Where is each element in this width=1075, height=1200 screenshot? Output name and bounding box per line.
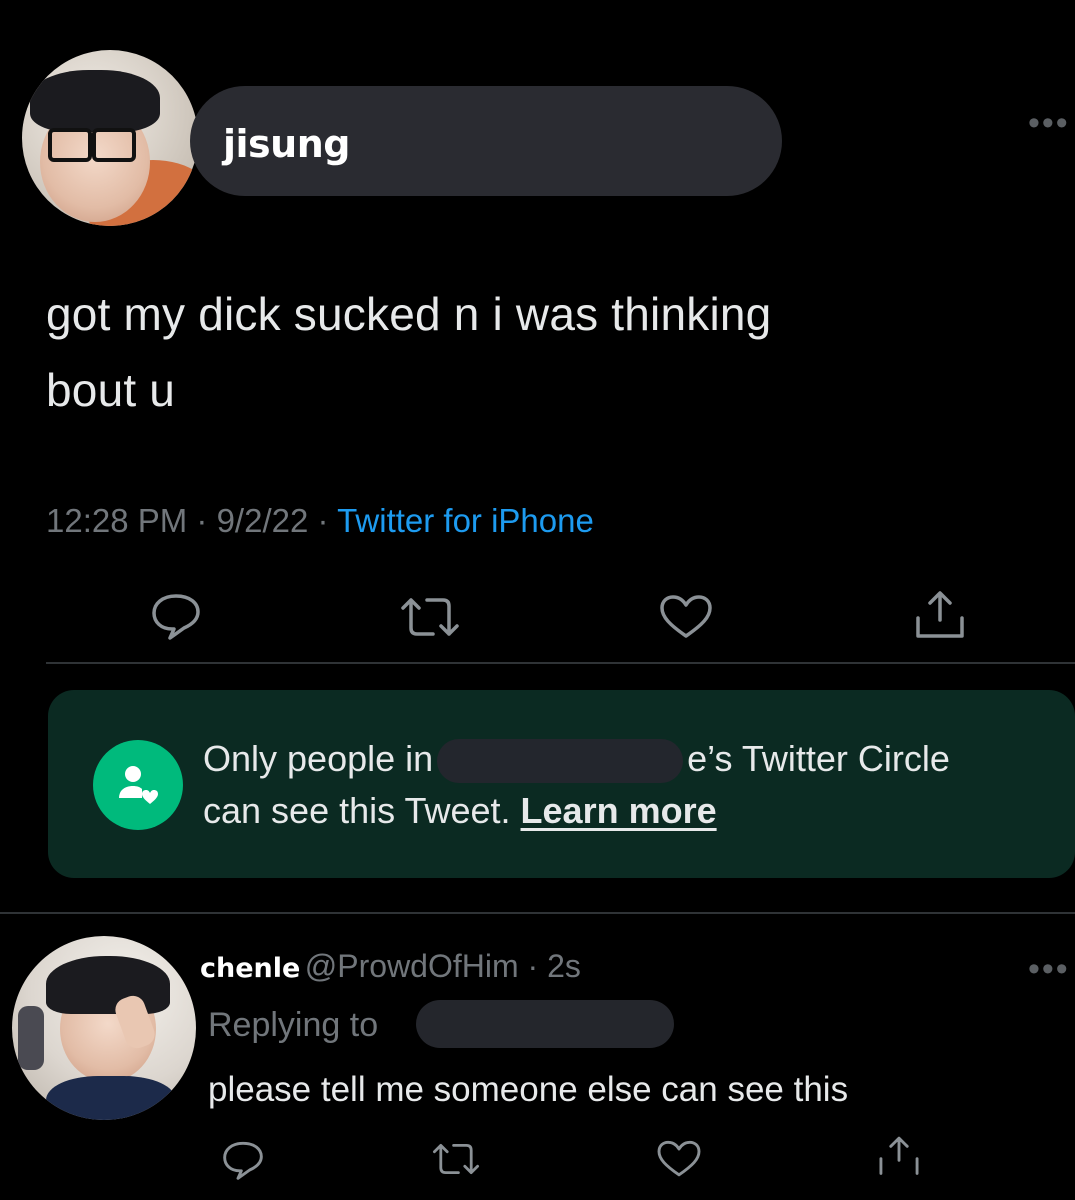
redacted-username [437,739,684,784]
share-icon[interactable] [874,1134,924,1180]
reply-author-handle[interactable]: @ProwdOfHim [305,948,519,984]
meta-separator: · [308,502,338,539]
tweet-text-line-1: got my dick sucked n i was thinking [46,288,772,340]
retweet-icon[interactable] [395,594,465,640]
reply-bubble-icon[interactable] [218,1138,268,1182]
circle-people-icon [93,740,183,830]
circle-notice-line-2: can see this Tweet. Learn more [203,785,1063,837]
reply-header: chenle @ProwdOfHim · 2s [200,948,581,985]
circle-notice-line-2-text: can see this Tweet. [203,790,511,831]
tweet-date[interactable]: 9/2/22 [217,502,309,539]
tweet-text: got my dick sucked n i was thinking bout… [46,276,1046,428]
reply-text: please tell me someone else can see this [208,1070,849,1109]
reply-time[interactable]: 2s [547,948,581,984]
circle-notice-suffix: e’s Twitter Circle [687,738,950,779]
replying-to: Replying to [208,1006,378,1045]
circle-notice-prefix: Only people in [203,738,434,779]
author-name[interactable]: jisung [223,122,350,166]
heart-icon[interactable] [654,1138,704,1180]
meta-separator: · [518,948,548,984]
circle-notice-line-1: Only people in e’s Twitter Circle [203,733,1063,785]
reply-author-name[interactable]: chenle [200,953,300,984]
author-avatar[interactable] [22,50,198,226]
replying-to-label: Replying to [208,1006,379,1044]
retweet-icon[interactable] [428,1140,484,1178]
meta-separator: · [187,502,217,539]
divider [46,662,1075,664]
redacted-reply-target [416,1000,674,1048]
share-icon[interactable] [910,588,970,644]
reply-more-dots-icon[interactable]: ••• [1028,952,1070,986]
divider [0,912,1075,914]
tweet-time[interactable]: 12:28 PM [46,502,187,539]
learn-more-link[interactable]: Learn more [521,790,717,831]
circle-notice-text: Only people in e’s Twitter Circle can see… [203,733,1063,837]
reply-author-avatar[interactable] [12,936,196,1120]
reply-bubble-icon[interactable] [146,590,206,642]
tweet-meta: 12:28 PM · 9/2/22 · Twitter for iPhone [46,502,594,540]
heart-icon[interactable] [656,592,716,642]
more-dots-icon[interactable]: ••• [1028,106,1070,140]
tweet-source-link[interactable]: Twitter for iPhone [337,502,594,539]
tweet-text-line-2: bout u [46,364,176,416]
